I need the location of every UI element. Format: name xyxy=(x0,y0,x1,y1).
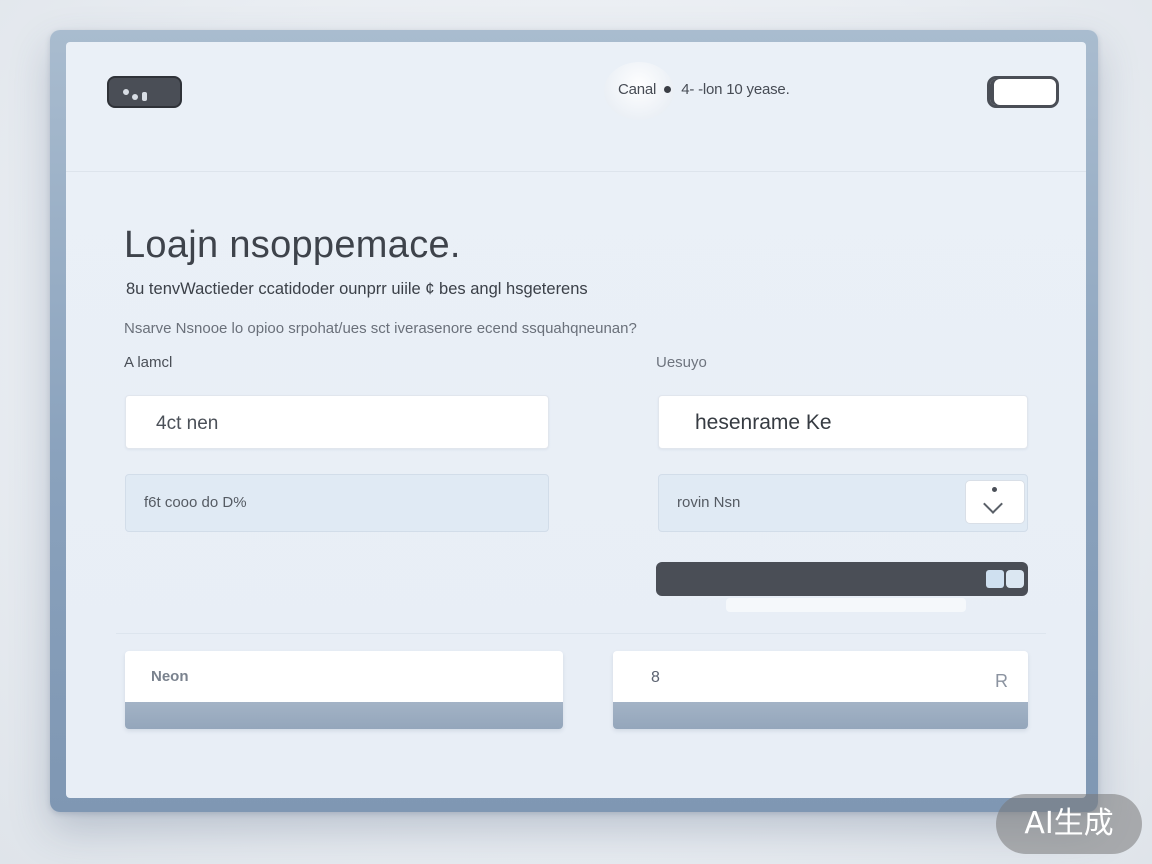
input-secondary-value: f6t cooo do D% xyxy=(144,494,247,511)
header-bar: Canal 4- -lon 10 yease. xyxy=(66,42,1086,172)
card-right[interactable]: 8 R xyxy=(613,651,1028,729)
card-left-surface: Neon xyxy=(125,651,563,702)
submit-bar[interactable] xyxy=(656,562,1028,596)
header-status: Canal 4- -lon 10 yease. xyxy=(604,62,844,122)
page-hint: Nsarve Nsnooe lo opioo srpohat/ues sct i… xyxy=(124,320,637,337)
bar-end-icon xyxy=(1006,570,1024,588)
ai-generated-badge: AI生成 xyxy=(996,794,1142,854)
card-right-right-icon: R xyxy=(995,671,1008,691)
field-label-right: Uesuyo xyxy=(656,354,707,371)
app-window: Canal 4- -lon 10 yease. Loajn nsoppemace.… xyxy=(66,42,1086,798)
section-divider xyxy=(116,633,1046,634)
field-label-left: A lamcl xyxy=(124,354,173,371)
card-left[interactable]: Neon xyxy=(125,651,563,729)
select-field[interactable]: rovin Nsn xyxy=(658,474,1028,532)
card-left-label: Neon xyxy=(151,668,189,685)
dropdown-dot-icon xyxy=(992,487,997,492)
page-subtitle: 8u tenvWactieder ccatidoder ounprr uiile… xyxy=(126,280,588,298)
status-dot-icon xyxy=(664,86,672,93)
username-value: hesenrame Ke xyxy=(695,411,832,434)
bar-reflection xyxy=(726,598,966,612)
status-label: Canal xyxy=(618,81,657,98)
status-text: Canal 4- -lon 10 yease. xyxy=(618,81,790,98)
app-logo-icon[interactable] xyxy=(107,76,182,108)
chevron-down-icon xyxy=(983,494,1003,514)
card-left-footer xyxy=(125,702,563,729)
input-field-left[interactable]: 4ct nen xyxy=(125,395,549,449)
card-right-footer xyxy=(613,702,1028,729)
select-value: rovin Nsn xyxy=(677,494,741,511)
window-toggle-icon[interactable] xyxy=(987,76,1059,108)
card-right-surface: 8 R xyxy=(613,651,1028,702)
dropdown-button[interactable] xyxy=(965,480,1025,524)
bar-knob-icon xyxy=(986,570,1004,588)
card-right-left-icon: 8 xyxy=(651,669,660,686)
status-detail: 4- -lon 10 yease. xyxy=(681,81,790,98)
input-field-secondary[interactable]: f6t cooo do D% xyxy=(125,474,549,532)
username-field[interactable]: hesenrame Ke xyxy=(658,395,1028,449)
page-title: Loajn nsoppemace. xyxy=(124,224,461,266)
input-value-left: 4ct nen xyxy=(156,413,219,434)
